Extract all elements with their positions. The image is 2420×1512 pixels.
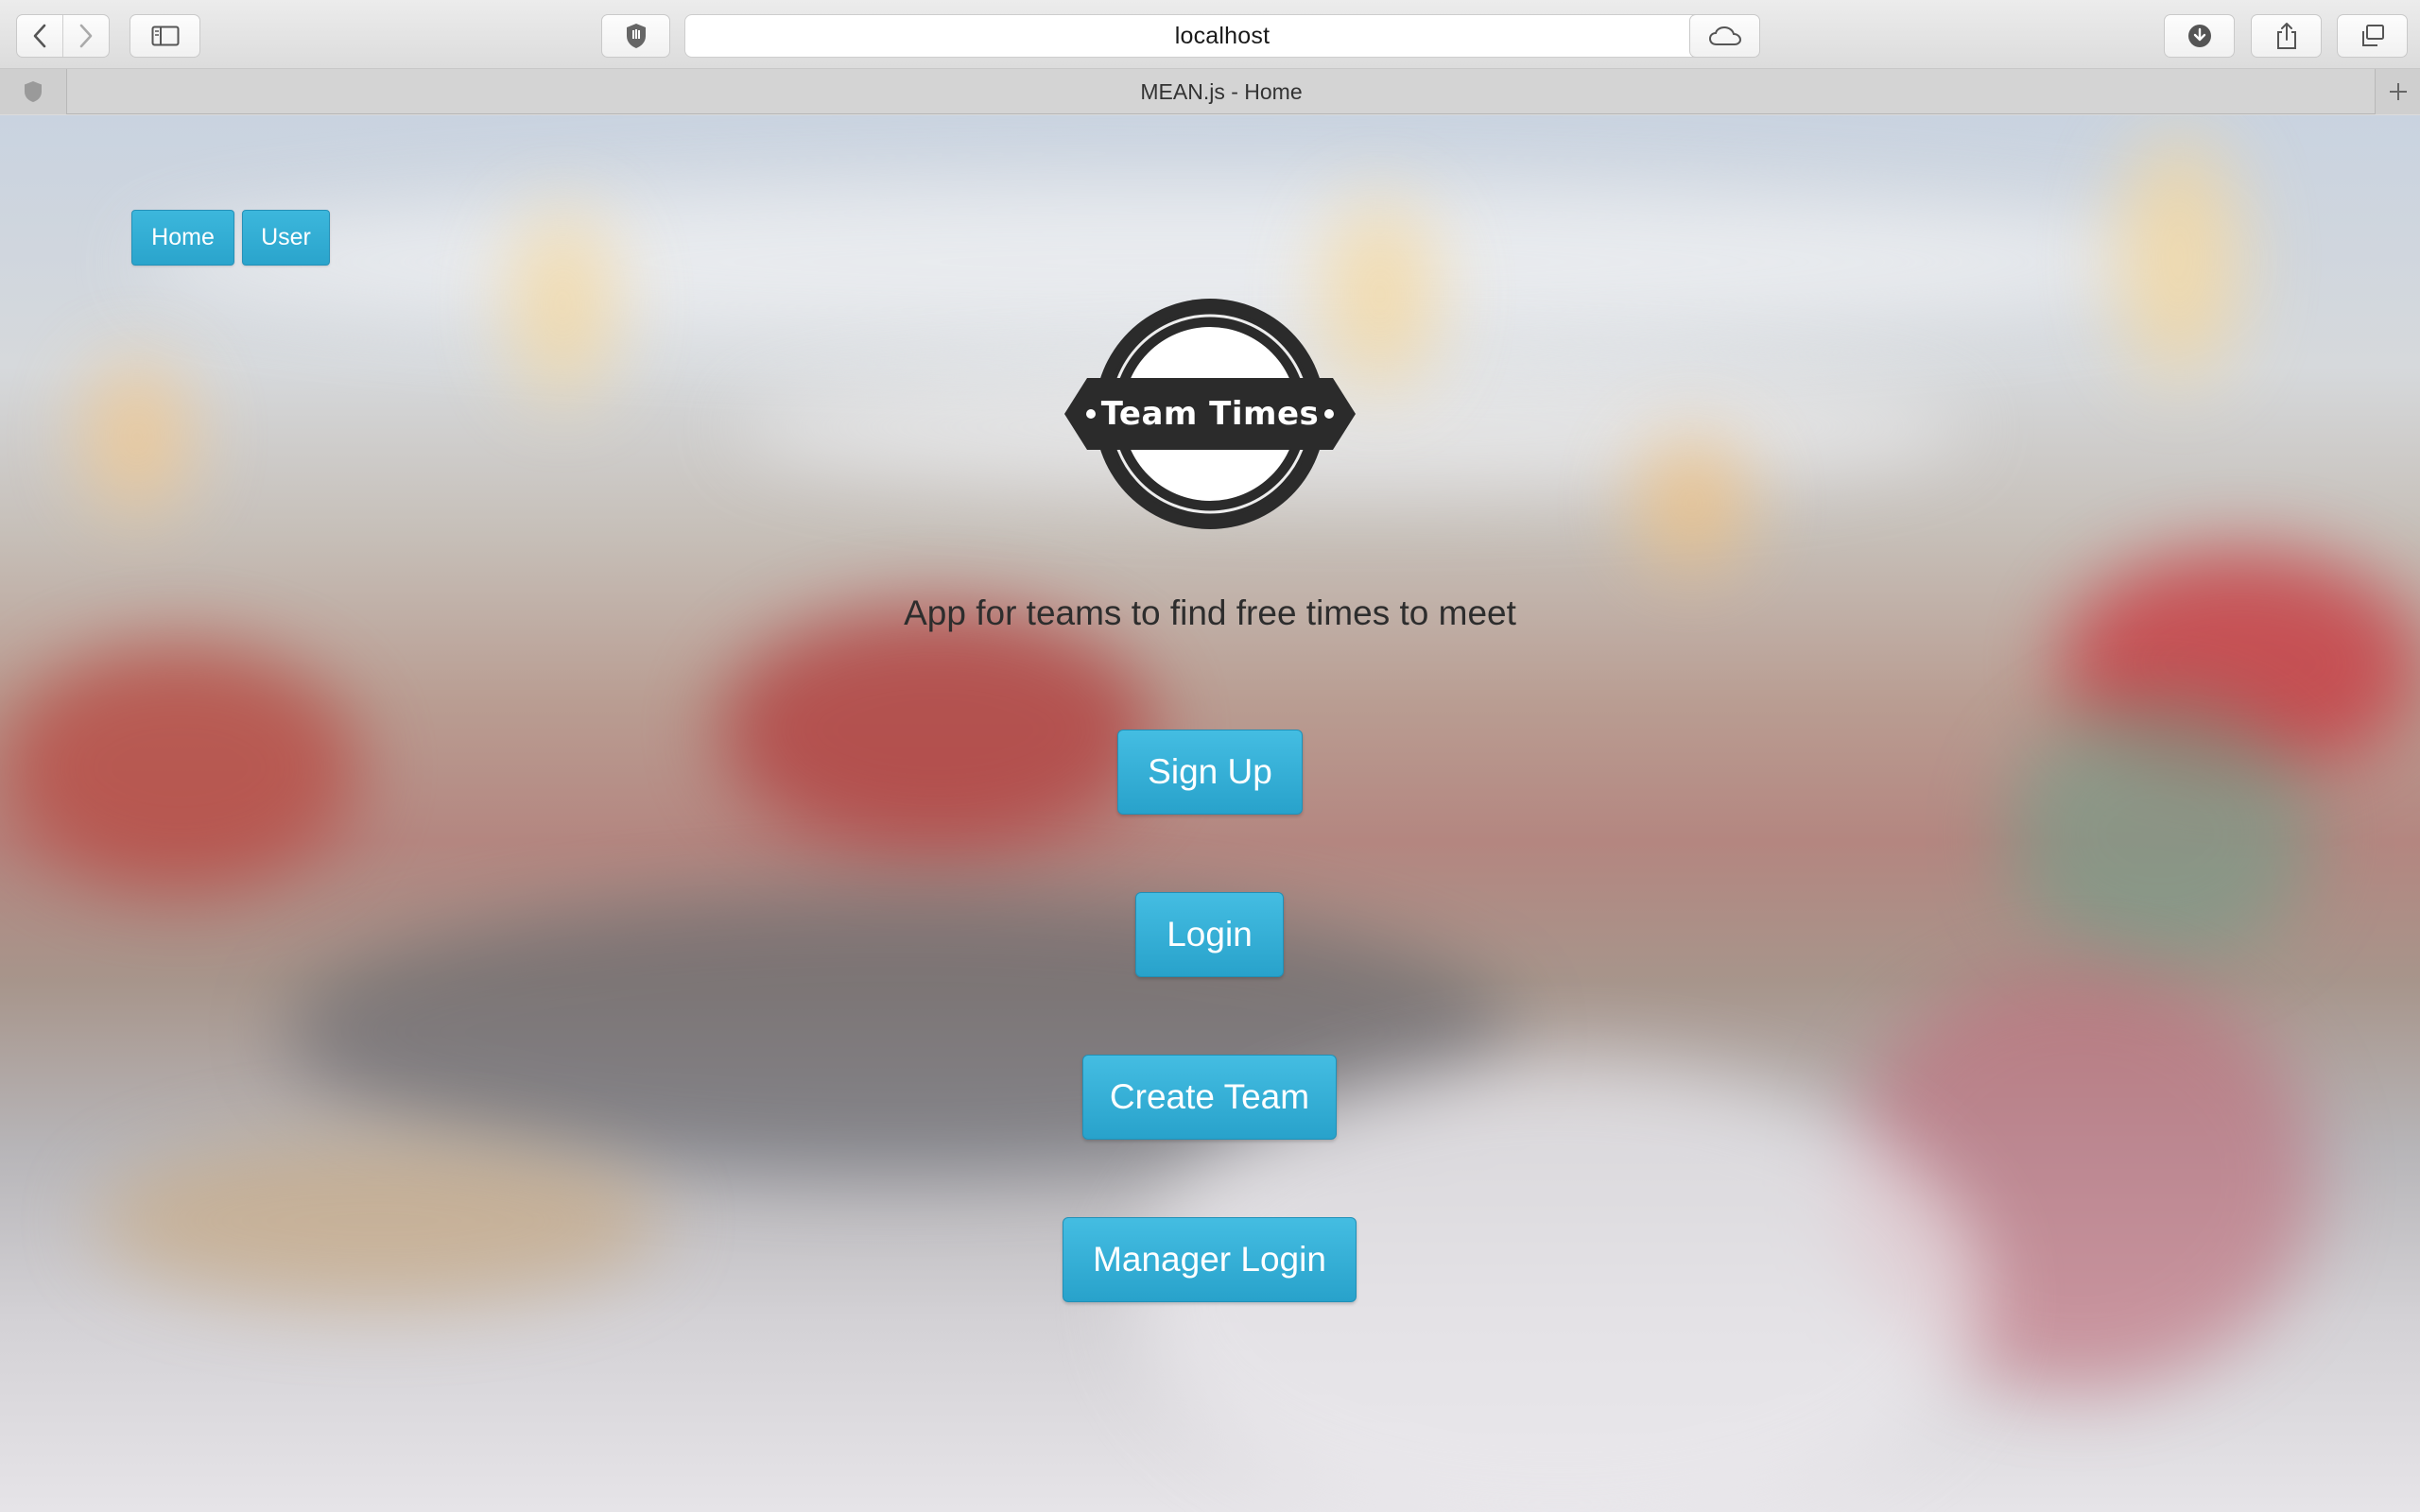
page-content: Home User Team Times App for teams to fi… — [0, 115, 2420, 1512]
shield-icon — [25, 81, 42, 102]
icloud-icon — [1708, 26, 1741, 45]
privacy-button[interactable] — [601, 14, 670, 58]
privacy-shield-icon — [626, 24, 646, 48]
logo-text: Team Times — [1101, 395, 1320, 433]
icloud-tabs-button[interactable] — [1689, 14, 1760, 58]
tab-title-text: MEAN.js - Home — [1140, 78, 1303, 104]
manager-login-label: Manager Login — [1093, 1240, 1326, 1279]
address-bar[interactable]: localhost — [684, 14, 1760, 58]
downloads-icon — [2187, 25, 2211, 47]
forward-icon — [79, 24, 93, 48]
url-text: localhost — [1174, 22, 1270, 49]
nav-home-button[interactable]: Home — [131, 210, 234, 266]
tab-bar: MEAN.js - Home — [0, 69, 2420, 114]
signup-label: Sign Up — [1148, 752, 1272, 791]
nav-home-label: Home — [151, 224, 215, 250]
create-team-button[interactable]: Create Team — [1082, 1055, 1337, 1140]
downloads-button[interactable] — [2164, 14, 2235, 58]
tabs-overview-icon — [2361, 25, 2384, 46]
back-button[interactable] — [17, 15, 62, 57]
sidebar-icon — [151, 26, 179, 46]
sidebar-button[interactable] — [130, 14, 200, 58]
tab-favicon-area[interactable] — [0, 69, 67, 114]
browser-toolbar: localhost — [0, 0, 2420, 69]
back-icon — [33, 24, 46, 48]
login-button[interactable]: Login — [1135, 892, 1284, 977]
login-label: Login — [1167, 915, 1253, 954]
share-icon — [2276, 23, 2296, 49]
active-tab[interactable]: MEAN.js - Home — [68, 69, 2375, 114]
new-tab-button[interactable] — [2375, 69, 2420, 114]
nav-user-button[interactable]: User — [242, 210, 330, 266]
signup-button[interactable]: Sign Up — [1117, 730, 1303, 815]
share-button[interactable] — [2251, 14, 2322, 58]
manager-login-button[interactable]: Manager Login — [1063, 1217, 1357, 1302]
nav-user-label: User — [261, 224, 311, 250]
tagline: App for teams to find free times to meet — [904, 593, 1516, 632]
forward-button[interactable] — [63, 15, 109, 57]
new-tab-icon — [2389, 83, 2407, 100]
team-times-logo: Team Times — [1064, 299, 1356, 529]
history-nav-group — [16, 14, 110, 58]
tabs-overview-button[interactable] — [2337, 14, 2408, 58]
create-team-label: Create Team — [1109, 1077, 1310, 1116]
